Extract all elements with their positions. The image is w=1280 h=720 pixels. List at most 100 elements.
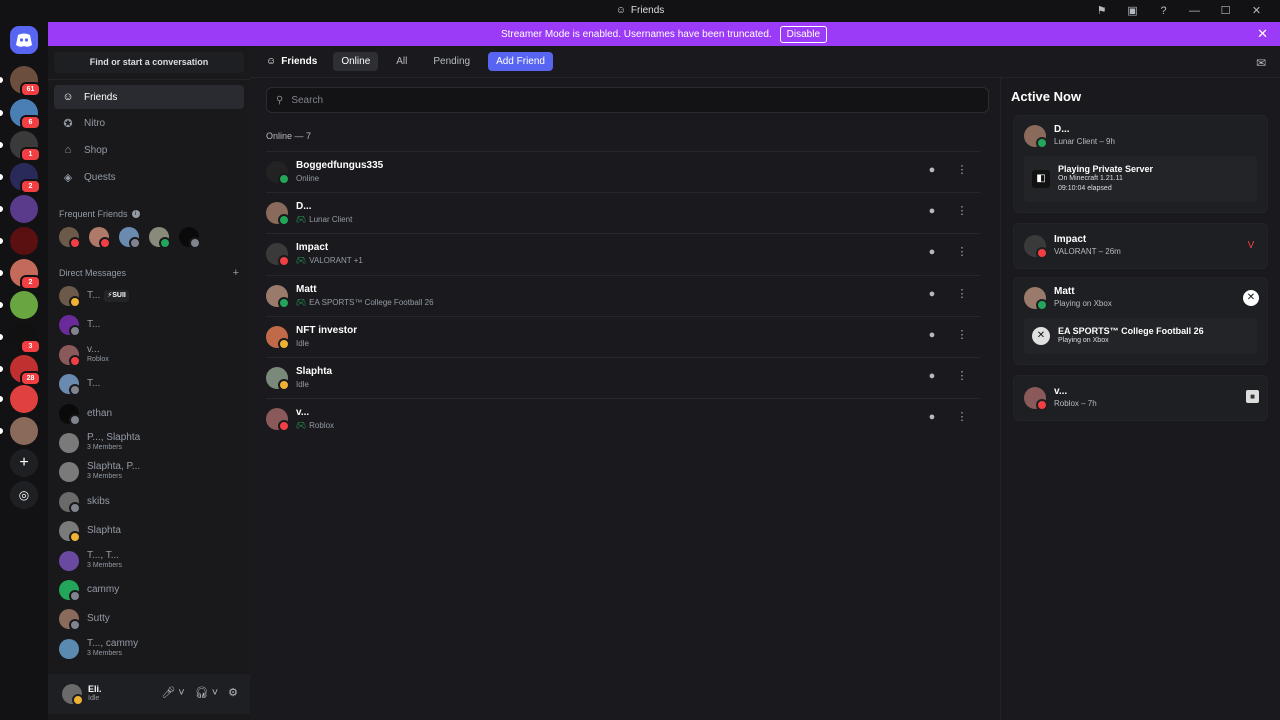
- dm-item[interactable]: T..., cammy 3 Members: [59, 636, 244, 662]
- find-conversation-button[interactable]: Find or start a conversation: [54, 52, 244, 73]
- maximize-button[interactable]: ☐: [1210, 4, 1241, 17]
- server-icon[interactable]: [10, 291, 38, 319]
- message-icon[interactable]: ●: [924, 203, 940, 219]
- help-icon[interactable]: ?: [1148, 5, 1179, 17]
- dm-item[interactable]: skibs: [59, 489, 244, 515]
- dm-item[interactable]: P..., Slaphta 3 Members: [59, 430, 244, 456]
- server-icon[interactable]: 2: [10, 259, 41, 290]
- friend-status: VALORANT +1: [309, 256, 363, 266]
- dm-item[interactable]: Slaphta: [59, 518, 244, 544]
- nav-friends[interactable]: ☺ Friends: [54, 85, 244, 109]
- dm-item[interactable]: Slaphta, P... 3 Members: [59, 459, 244, 485]
- nav-shop[interactable]: ⌂ Shop: [54, 138, 244, 162]
- home-button[interactable]: [10, 26, 38, 54]
- nav-quests[interactable]: ◈ Quests: [54, 165, 244, 189]
- avatar: [266, 161, 290, 185]
- avatar[interactable]: [62, 684, 84, 706]
- more-options-icon[interactable]: ⋮: [954, 327, 970, 343]
- active-card[interactable]: Impact VALORANT – 26m V: [1013, 223, 1268, 269]
- friends-topbar: ☺ Friends Online All Pending Add Friend ✉: [250, 46, 1280, 78]
- server-icon[interactable]: [10, 385, 38, 413]
- server-icon[interactable]: 3: [10, 323, 41, 354]
- tab-pending[interactable]: Pending: [425, 52, 478, 71]
- dm-item[interactable]: cammy: [59, 577, 244, 603]
- message-icon[interactable]: ●: [924, 286, 940, 302]
- friend-row[interactable]: NFT investor Idle ● ⋮: [266, 315, 980, 357]
- tab-all[interactable]: All: [388, 52, 415, 71]
- avatar[interactable]: [59, 227, 81, 249]
- message-icon[interactable]: ●: [924, 409, 940, 425]
- more-options-icon[interactable]: ⋮: [954, 409, 970, 425]
- dm-item[interactable]: T...: [59, 371, 244, 397]
- more-options-icon[interactable]: ⋮: [954, 162, 970, 178]
- avatar[interactable]: [119, 227, 141, 249]
- avatar[interactable]: [149, 227, 171, 249]
- mention-badge: 6: [20, 115, 41, 130]
- add-server-button[interactable]: +: [10, 449, 38, 477]
- friend-row[interactable]: Boggedfungus335 Online ● ⋮: [266, 151, 980, 192]
- dm-name: T...: [87, 378, 101, 390]
- dm-name: T...: [87, 319, 101, 331]
- more-options-icon[interactable]: ⋮: [954, 203, 970, 219]
- friend-name: Impact: [296, 242, 329, 254]
- gamepad-icon: 🎮︎: [296, 421, 307, 431]
- dm-item[interactable]: Sutty: [59, 606, 244, 632]
- dm-item[interactable]: T... ⚡SUII: [59, 283, 244, 309]
- message-icon[interactable]: ●: [924, 327, 940, 343]
- close-window-button[interactable]: ✕: [1241, 4, 1272, 17]
- message-icon[interactable]: ●: [924, 162, 940, 178]
- server-icon[interactable]: [10, 227, 38, 255]
- server-icon[interactable]: 1: [10, 131, 41, 162]
- add-friend-button[interactable]: Add Friend: [488, 52, 553, 71]
- screen-icon[interactable]: ▣: [1117, 4, 1148, 17]
- headphones-icon[interactable]: 🎧︎ ˅: [195, 686, 218, 699]
- inbox-icon[interactable]: ✉: [1256, 56, 1266, 70]
- server-icon[interactable]: 28: [10, 355, 41, 386]
- active-card[interactable]: D... Lunar Client – 9h ◧ Playing Private …: [1013, 115, 1268, 213]
- more-options-icon[interactable]: ⋮: [954, 286, 970, 302]
- avatar: [266, 202, 290, 227]
- avatar[interactable]: [89, 227, 111, 249]
- plus-icon[interactable]: +: [233, 267, 239, 279]
- info-icon[interactable]: i: [131, 210, 140, 218]
- search-input[interactable]: ⚲ Search: [266, 87, 989, 113]
- title-bar: ☺ Friends ⚑ ▣ ? — ☐ ✕: [0, 0, 1280, 21]
- dm-item[interactable]: T..., T... 3 Members: [59, 548, 244, 574]
- close-icon[interactable]: ✕: [1257, 26, 1268, 42]
- disable-button[interactable]: Disable: [779, 25, 828, 43]
- microphone-icon[interactable]: 🎤︎ ˅: [161, 686, 184, 699]
- activity-card[interactable]: ✕ EA SPORTS™ College Football 26 Playing …: [1024, 318, 1257, 354]
- dm-item[interactable]: v... Roblox: [59, 342, 244, 368]
- online-count: Online — 7: [266, 131, 312, 141]
- nav-nitro[interactable]: ✪ Nitro: [54, 111, 244, 135]
- dm-item[interactable]: T...: [59, 312, 244, 338]
- server-icon[interactable]: 6: [10, 99, 41, 130]
- window-title: ☺ Friends: [615, 5, 665, 16]
- more-options-icon[interactable]: ⋮: [954, 244, 970, 260]
- discover-button[interactable]: ◎: [10, 481, 38, 509]
- minimize-button[interactable]: —: [1179, 5, 1210, 17]
- dm-name: cammy: [87, 584, 120, 595]
- message-icon[interactable]: ●: [924, 368, 940, 384]
- friend-row[interactable]: v... 🎮︎ Roblox ● ⋮: [266, 398, 980, 439]
- server-icon[interactable]: 2: [10, 163, 41, 194]
- dm-item[interactable]: ethan: [59, 401, 244, 427]
- mention-badge: 2: [20, 275, 41, 290]
- activity-card[interactable]: ◧ Playing Private Server On Minecraft 1.2…: [1024, 156, 1257, 202]
- friend-row[interactable]: Matt 🎮︎ EA SPORTS™ College Football 26 ● ⋮: [266, 274, 980, 316]
- message-icon[interactable]: ●: [924, 244, 940, 260]
- server-icon[interactable]: 61: [10, 66, 41, 97]
- more-options-icon[interactable]: ⋮: [954, 368, 970, 384]
- friend-row[interactable]: D... 🎮︎ Lunar Client ● ⋮: [266, 192, 980, 233]
- settings-gear-icon[interactable]: ⚙: [228, 686, 238, 699]
- avatar[interactable]: [179, 227, 201, 249]
- active-card[interactable]: v... Roblox – 7h ■: [1013, 375, 1268, 421]
- friend-row[interactable]: Slaphta Idle ● ⋮: [266, 357, 980, 398]
- friend-row[interactable]: Impact 🎮︎ VALORANT +1 ● ⋮: [266, 233, 980, 274]
- avatar: [266, 284, 290, 309]
- tab-online[interactable]: Online: [333, 52, 379, 71]
- server-icon[interactable]: [10, 417, 38, 445]
- flag-icon[interactable]: ⚑: [1086, 4, 1117, 17]
- server-icon[interactable]: [10, 195, 38, 223]
- active-card[interactable]: Matt Playing on Xbox ✕ ✕ EA SPORTS™ Colle…: [1013, 277, 1268, 365]
